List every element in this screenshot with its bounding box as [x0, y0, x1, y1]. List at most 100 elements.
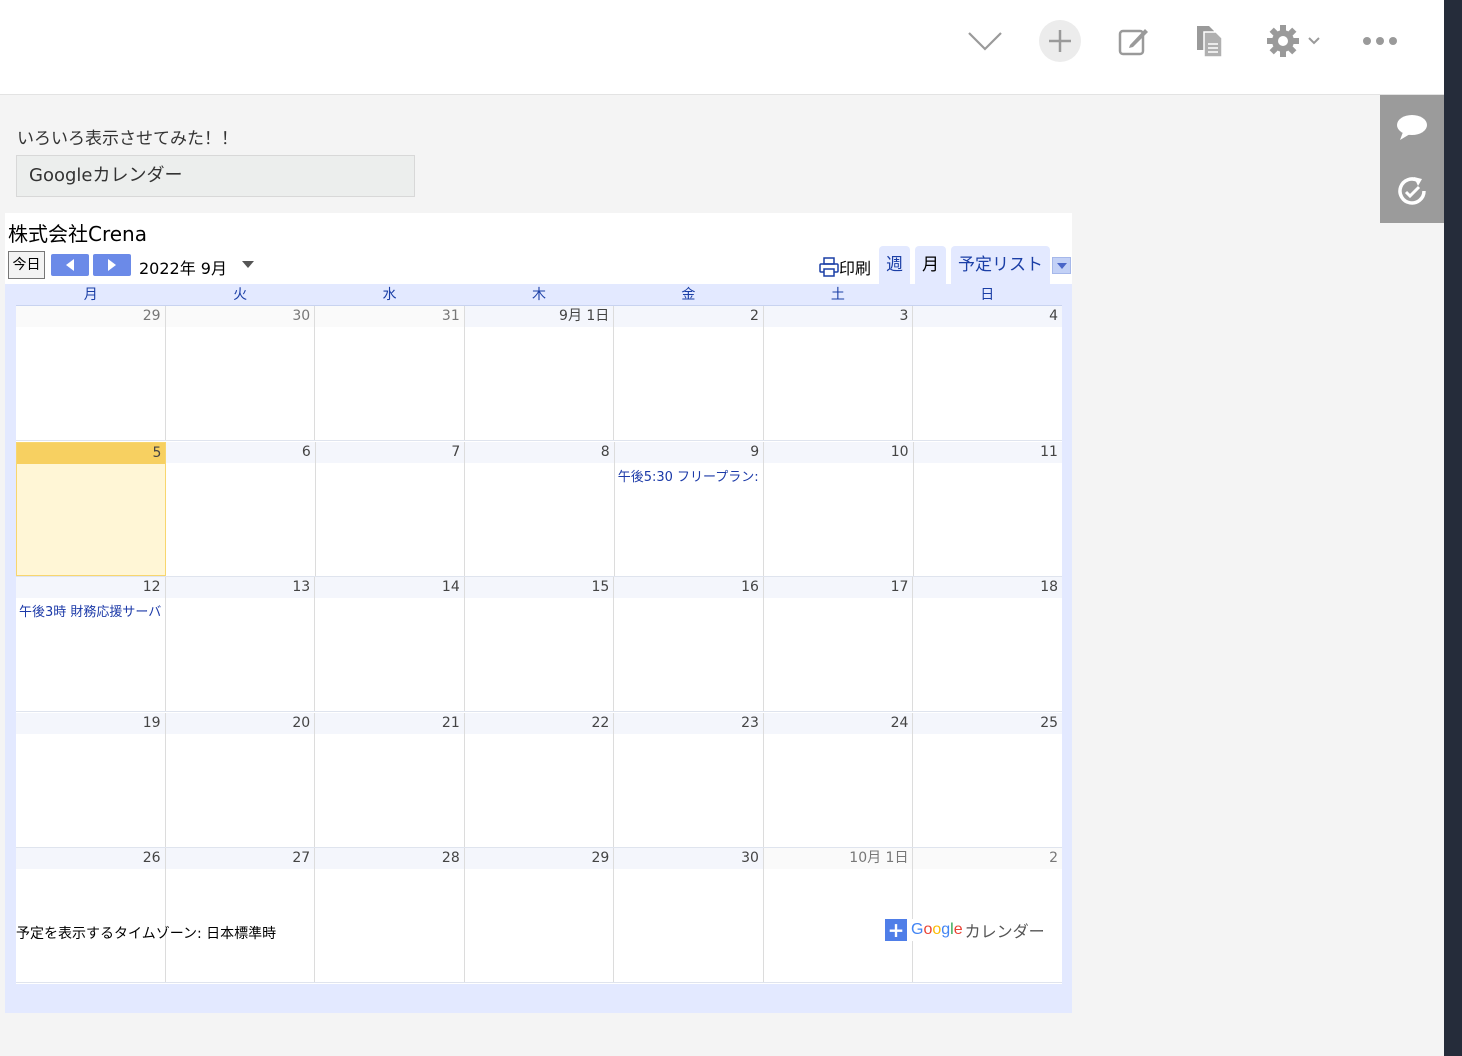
weekday-label: 木	[531, 287, 546, 303]
next-month-button[interactable]	[93, 254, 131, 276]
google-calendar-badge[interactable]: + Google カレンダー	[885, 919, 1049, 941]
google-calendar-embed: 株式会社Crena 今日 2022年 9月 印刷 週 月 予定リスト 月火水木金…	[5, 213, 1072, 1013]
intro-text: いろいろ表示させてみた！！	[17, 129, 238, 149]
day-cell[interactable]: 13	[165, 577, 316, 712]
tab-month[interactable]: 月	[915, 246, 946, 284]
day-cell[interactable]: 31	[315, 306, 465, 440]
day-number: 12	[16, 577, 165, 599]
plus-icon[interactable]	[1039, 20, 1081, 62]
print-label: 印刷	[839, 259, 872, 278]
month-dropdown-icon[interactable]	[242, 261, 254, 268]
day-number: 19	[16, 712, 165, 734]
day-number: 4	[913, 306, 1063, 327]
day-cell[interactable]: 17	[763, 577, 914, 712]
today-button[interactable]: 今日	[8, 251, 45, 279]
day-number: 26	[16, 848, 165, 870]
day-cell[interactable]: 27	[165, 848, 316, 983]
calendar-title: 株式会社Crena	[8, 222, 147, 246]
weekday-label: 金	[681, 287, 696, 303]
section-label-box: Googleカレンダー	[16, 155, 415, 197]
day-cell[interactable]: 2	[614, 306, 764, 440]
day-cell[interactable]: 19	[16, 712, 166, 847]
day-cell[interactable]: 30	[614, 848, 764, 983]
day-number: 10月 1日	[763, 848, 913, 870]
document-icon[interactable]	[1188, 20, 1230, 62]
more-icon[interactable]	[1358, 20, 1402, 62]
day-cell[interactable]: 28	[315, 848, 465, 983]
week-row: 26 27 28 29 30 10月 1日 2	[16, 848, 1063, 984]
printer-icon	[819, 257, 839, 277]
day-cell[interactable]: 24	[763, 712, 914, 847]
arrow-right-icon	[108, 259, 116, 271]
prev-month-button[interactable]	[51, 254, 89, 276]
day-number: 10	[764, 441, 913, 463]
day-number: 13	[165, 577, 315, 599]
day-cell[interactable]: 18	[913, 577, 1063, 711]
day-number: 20	[165, 712, 315, 734]
day-number: 8	[465, 441, 614, 463]
day-cell[interactable]: 16	[614, 577, 764, 712]
day-cell[interactable]: 10月 1日	[763, 848, 914, 983]
day-number: 31	[315, 306, 464, 327]
day-number: 2	[913, 848, 1063, 870]
day-number: 6	[166, 441, 315, 463]
day-number: 15	[464, 577, 614, 599]
day-cell[interactable]: 21	[315, 712, 465, 847]
edit-icon[interactable]	[1113, 20, 1155, 62]
calendar-nav: 今日 2022年 9月 印刷 週 月 予定リスト	[8, 246, 1071, 284]
day-cell[interactable]: 9 午後5:30 フリープラン:	[614, 441, 765, 576]
day-cell[interactable]: 30	[165, 306, 316, 440]
tab-week[interactable]: 週	[879, 246, 910, 284]
right-edge-bar	[1444, 0, 1462, 1056]
comment-icon[interactable]	[1380, 95, 1444, 159]
timezone-note: 予定を表示するタイムゾーン: 日本標準時	[16, 926, 277, 942]
day-cell[interactable]: 14	[315, 577, 465, 712]
weekday-label: 土	[830, 287, 845, 303]
day-cell-today[interactable]: 5	[16, 441, 167, 576]
day-number: 25	[913, 712, 1063, 734]
day-cell[interactable]: 9月 1日	[464, 306, 615, 440]
event-item[interactable]: 午後5:30 フリープラン:	[615, 466, 763, 485]
day-number: 29	[464, 848, 614, 870]
day-cell[interactable]: 3	[763, 306, 914, 440]
google-logo-letter: e	[953, 921, 963, 938]
weekday-label: 日	[980, 287, 995, 303]
day-cell[interactable]: 12 午後3時 財務応援サーバ	[16, 577, 166, 712]
day-cell[interactable]: 6	[166, 441, 316, 576]
weekday-label: 水	[382, 287, 397, 303]
day-number: 22	[464, 712, 614, 734]
event-item[interactable]: 午後3時 財務応援サーバ	[16, 601, 165, 620]
day-number: 21	[315, 712, 464, 734]
weekday-header: 月火水木金土日	[16, 286, 1062, 304]
day-number: 30	[614, 848, 763, 870]
day-cell[interactable]: 25	[913, 712, 1063, 847]
day-number: 7	[315, 441, 465, 463]
tab-agenda[interactable]: 予定リスト	[951, 246, 1050, 284]
day-cell[interactable]: 8	[465, 441, 615, 576]
day-cell[interactable]: 29	[464, 848, 615, 983]
chevron-down-icon	[1056, 262, 1067, 269]
day-cell[interactable]: 7	[315, 441, 466, 576]
gear-icon[interactable]	[1260, 20, 1326, 62]
weekday-label: 月	[83, 287, 98, 303]
month-grid: 29 30 31 9月 1日 2 3 4 5 6 7 8 9 午後5:30 フリープラン: 10 11 12 午…	[16, 305, 1063, 984]
history-icon[interactable]	[1380, 159, 1444, 223]
chevron-down-icon[interactable]	[962, 20, 1008, 62]
view-dropdown-button[interactable]	[1052, 257, 1071, 274]
day-cell[interactable]: 20	[165, 712, 316, 847]
day-cell[interactable]: 11	[913, 441, 1062, 576]
day-number: 3	[763, 306, 913, 327]
week-row: 12 午後3時 財務応援サーバ 13 14 15 16 17 18	[16, 577, 1063, 713]
day-cell[interactable]: 22	[464, 712, 615, 847]
day-cell[interactable]: 10	[764, 441, 914, 576]
day-cell[interactable]: 23	[614, 712, 764, 847]
day-cell[interactable]: 4	[913, 306, 1063, 440]
day-cell[interactable]: 29	[16, 306, 166, 440]
print-button[interactable]: 印刷	[819, 255, 871, 279]
day-number: 9月 1日	[464, 306, 614, 327]
badge-label: カレンダー	[964, 922, 1045, 941]
day-number: 27	[165, 848, 315, 870]
day-cell[interactable]: 26	[16, 848, 166, 983]
day-cell[interactable]: 2	[913, 848, 1063, 982]
day-cell[interactable]: 15	[464, 577, 615, 712]
